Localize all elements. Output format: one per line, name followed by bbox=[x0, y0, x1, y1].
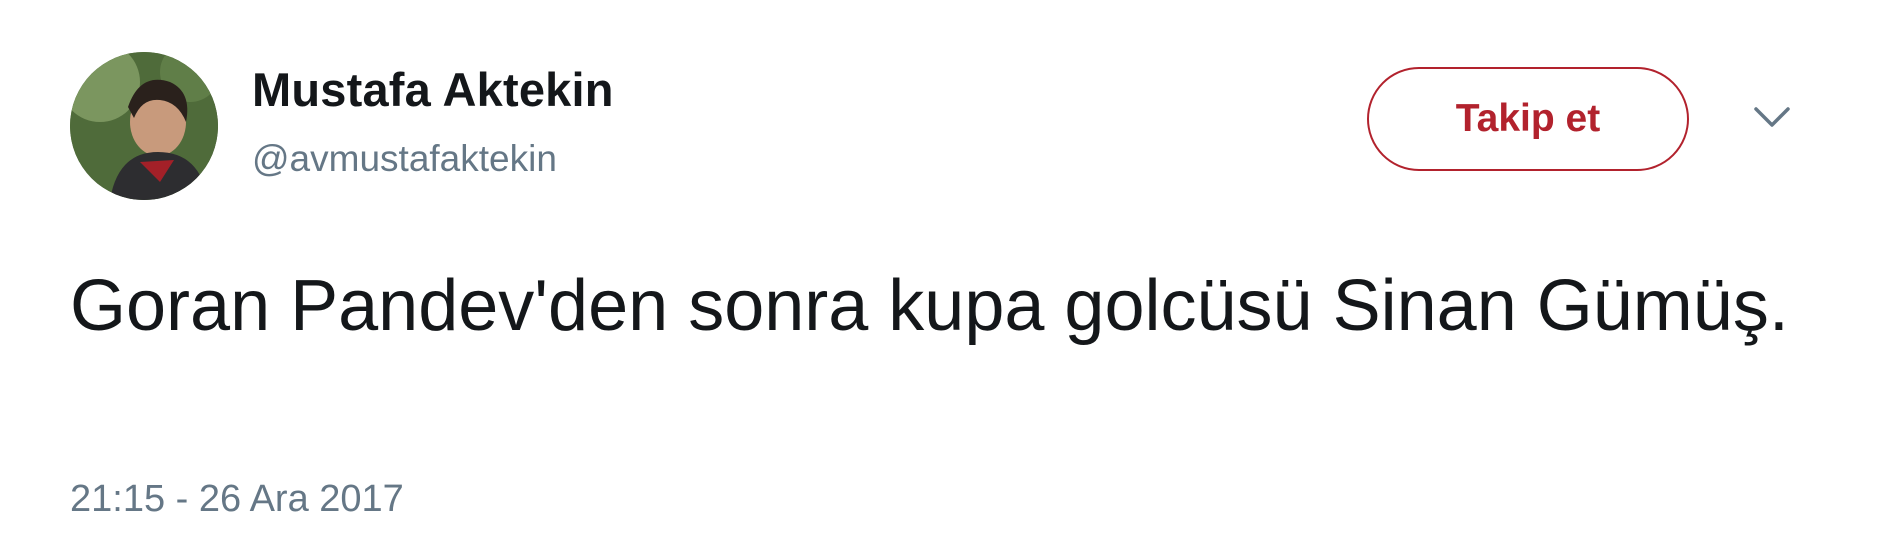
display-name[interactable]: Mustafa Aktekin bbox=[252, 62, 614, 117]
tweet-card: Mustafa Aktekin @avmustafaktekin Takip e… bbox=[0, 0, 1889, 555]
user-handle[interactable]: @avmustafaktekin bbox=[252, 138, 557, 180]
tweet-text: Goran Pandev'den sonra kupa golcüsü Sina… bbox=[70, 266, 1789, 346]
tweet-timestamp[interactable]: 21:15 - 26 Ara 2017 bbox=[70, 478, 404, 521]
avatar-image bbox=[70, 52, 218, 200]
follow-button[interactable]: Takip et bbox=[1367, 67, 1689, 171]
chevron-down-icon[interactable] bbox=[1752, 103, 1792, 131]
avatar[interactable] bbox=[70, 52, 218, 200]
